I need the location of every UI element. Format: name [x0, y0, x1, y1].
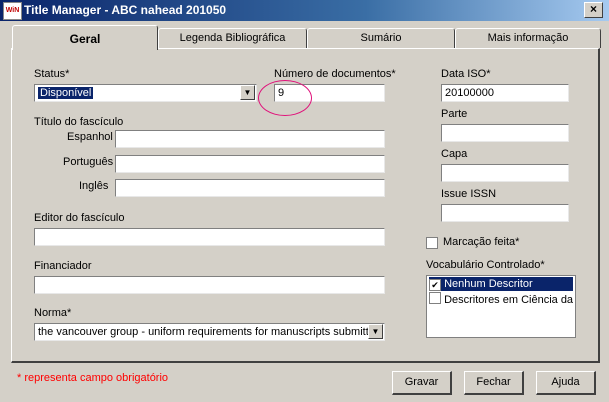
- portugues-input[interactable]: [115, 155, 385, 173]
- check-icon[interactable]: ✔: [429, 279, 441, 291]
- window-title: Title Manager - ABC nahead 201050: [24, 3, 227, 17]
- financiador-input[interactable]: [34, 276, 385, 294]
- editor-fasciculo-label: Editor do fascículo: [34, 212, 125, 224]
- marcacao-feita-checkbox[interactable]: [426, 237, 438, 249]
- tab-sumario[interactable]: Sumário: [307, 28, 455, 48]
- tab-legenda-bibliografica[interactable]: Legenda Bibliográfica: [158, 28, 307, 48]
- ingles-input[interactable]: [115, 179, 385, 197]
- gravar-button[interactable]: Gravar: [392, 371, 452, 395]
- editor-fasciculo-input[interactable]: [34, 228, 385, 246]
- status-label: Status*: [34, 68, 70, 80]
- status-value: Disponível: [38, 87, 94, 99]
- tab-geral[interactable]: Geral: [12, 25, 158, 50]
- tab-mais-informacao[interactable]: Mais informação: [455, 28, 601, 48]
- espanhol-input[interactable]: [115, 130, 385, 148]
- data-iso-label: Data ISO*: [441, 68, 491, 80]
- issue-issn-input[interactable]: [441, 204, 569, 222]
- close-button[interactable]: ×: [584, 2, 603, 18]
- unchecked-box-icon[interactable]: [429, 292, 441, 304]
- norma-label: Norma*: [34, 307, 72, 319]
- vocabulario-item-descritores[interactable]: Descritores em Ciência da S: [429, 292, 576, 306]
- titulo-fasciculo-label: Título do fascículo: [34, 116, 124, 128]
- ajuda-button[interactable]: Ajuda: [536, 371, 596, 395]
- fechar-button[interactable]: Fechar: [464, 371, 524, 395]
- status-select[interactable]: Disponível: [34, 84, 257, 102]
- parte-input[interactable]: [441, 124, 569, 142]
- vocabulario-item-nenhum-descritor[interactable]: ✔ Nenhum Descritor: [429, 277, 573, 291]
- capa-input[interactable]: [441, 164, 569, 182]
- financiador-label: Financiador: [34, 260, 92, 272]
- issue-issn-label: Issue ISSN: [441, 188, 497, 200]
- status-dropdown-icon[interactable]: ▼: [240, 85, 255, 100]
- norma-dropdown-icon[interactable]: ▼: [368, 324, 383, 339]
- vocabulario-item-label: Descritores em Ciência da S: [444, 294, 576, 306]
- vocabulario-label: Vocabulário Controlado*: [426, 259, 545, 271]
- marcacao-feita-label: Marcação feita*: [443, 236, 520, 248]
- vocabulario-listbox[interactable]: ✔ Nenhum Descritor Descritores em Ciênci…: [426, 275, 576, 338]
- vocabulario-item-label: Nenhum Descritor: [444, 278, 533, 290]
- ingles-label: Inglês: [79, 180, 109, 192]
- app-icon: WiN: [3, 2, 22, 20]
- portugues-label: Português: [63, 156, 114, 168]
- norma-select[interactable]: the vancouver group - uniform requiremen…: [34, 323, 385, 341]
- highlight-circle: [258, 80, 312, 116]
- espanhol-label: Espanhol: [67, 131, 113, 143]
- numero-documentos-label: Número de documentos*: [274, 68, 396, 80]
- parte-label: Parte: [441, 108, 468, 120]
- required-note: * representa campo obrigatório: [17, 372, 169, 384]
- data-iso-input[interactable]: 20100000: [441, 84, 569, 102]
- capa-label: Capa: [441, 148, 468, 160]
